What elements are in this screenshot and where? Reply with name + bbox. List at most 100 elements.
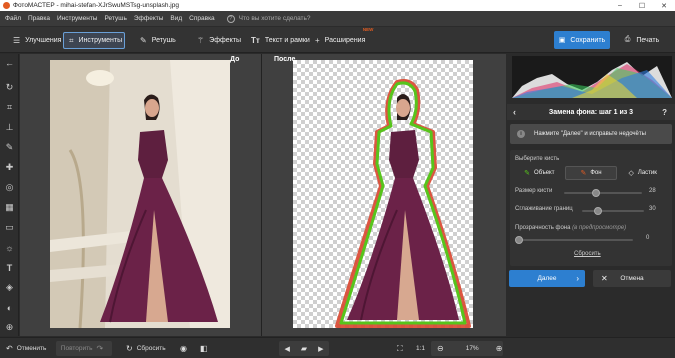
help-icon[interactable]: ?: [662, 108, 667, 117]
zoom-control: ⊖ 17% ⊕: [431, 341, 503, 356]
undo-button[interactable]: ↶ Отменить: [2, 342, 46, 355]
sliders-icon: ☰: [13, 36, 21, 45]
next-button[interactable]: Далее ›: [509, 270, 585, 287]
brush-select-label: Выберите кисть: [515, 156, 560, 162]
zoom-ratio-button[interactable]: 1:1: [416, 342, 425, 355]
brush-background[interactable]: ✎ Фон: [564, 166, 618, 180]
menu-file[interactable]: Файл: [5, 15, 21, 22]
tab-retouch[interactable]: ✎ Ретушь: [135, 32, 181, 49]
question-icon: ?: [226, 14, 235, 23]
brush-icon[interactable]: ✎: [3, 141, 16, 154]
plus-icon: +: [315, 36, 320, 45]
before-photo-art: [50, 60, 230, 329]
cancel-button[interactable]: ✕ Отмена: [593, 270, 671, 287]
brush-eraser-label: Ластик: [637, 170, 657, 176]
maximize-icon[interactable]: ☐: [631, 0, 653, 11]
help-search[interactable]: ? Что вы хотите сделать?: [226, 14, 311, 23]
menu-view[interactable]: Вид: [170, 15, 182, 22]
window-controls: – ☐ ✕: [609, 0, 675, 11]
opacity-label: Прозрачность фона (в предпросмотре): [515, 225, 626, 231]
text-icon: Tт: [251, 36, 260, 45]
next-file-icon[interactable]: ▶: [318, 345, 323, 353]
zoom-in-icon[interactable]: ⊕: [496, 344, 503, 353]
print-label: Печать: [636, 36, 660, 44]
menu-edit[interactable]: Правка: [28, 15, 50, 22]
minimize-icon[interactable]: –: [609, 0, 631, 11]
menu-help[interactable]: Справка: [189, 15, 215, 22]
title-bar: ФотоМАСТЕР - mihai-stefan-XJrSwuMSTsg-un…: [0, 0, 675, 11]
print-button[interactable]: ⎙ Печать: [614, 31, 670, 49]
redo-button[interactable]: Повторить ↷: [56, 341, 112, 356]
gradient-icon[interactable]: ▦: [3, 201, 16, 214]
reset-button[interactable]: ↻ Сбросить: [122, 342, 166, 355]
reset-label: Сбросить: [136, 345, 166, 352]
tab-effects[interactable]: ⚚ Эффекты: [192, 32, 246, 49]
after-photo-art: [335, 79, 471, 328]
vignette-icon[interactable]: ▭: [3, 221, 16, 234]
color-icon[interactable]: ◐: [3, 301, 16, 314]
magic-wand-icon: ⚚: [197, 36, 205, 45]
light-icon[interactable]: ☼: [3, 241, 16, 254]
tab-tools[interactable]: ⌗ Инструменты: [63, 32, 125, 49]
smoothing-knob[interactable]: [594, 207, 602, 215]
opacity-slider[interactable]: [515, 236, 633, 244]
smoothing-slider[interactable]: [582, 207, 644, 215]
back-chevron-icon[interactable]: ‹: [513, 107, 516, 117]
tab-label: Расширения: [324, 37, 366, 44]
text-icon[interactable]: T: [3, 261, 16, 274]
rotate-icon[interactable]: ↻: [3, 81, 16, 94]
brush-size-knob[interactable]: [592, 189, 600, 197]
close-icon[interactable]: ✕: [653, 0, 675, 11]
eraser-icon: ◇: [628, 170, 634, 177]
preview-toggle[interactable]: ◉: [176, 342, 191, 355]
brush-eraser[interactable]: ◇ Ластик: [617, 166, 668, 180]
eye-icon: ◉: [180, 344, 187, 353]
before-pane: До: [20, 54, 261, 336]
compare-icon: ◧: [200, 344, 208, 353]
brush-selector: ✎ Объект ✎ Фон ◇ Ластик: [514, 166, 668, 180]
after-photo[interactable]: [293, 60, 473, 328]
tab-label: Улучшения: [25, 37, 62, 44]
reset-link[interactable]: Сбросить: [574, 251, 601, 257]
brush-red-icon: ✎: [580, 170, 587, 177]
tab-enhancements[interactable]: ☰ Улучшения: [8, 32, 66, 49]
healing-icon[interactable]: ✚: [3, 161, 16, 174]
zoom-value[interactable]: 17%: [466, 345, 479, 352]
new-badge: NEW: [362, 27, 374, 32]
crop-icon[interactable]: ⌗: [3, 101, 16, 114]
redo-icon: ↷: [96, 344, 104, 353]
opacity-label-text: Прозрачность фона: [515, 225, 571, 231]
left-tool-bar: ← ↻ ⌗ ⊥ ✎ ✚ ◎ ▦ ▭ ☼ T ◈ ◐ ⊕: [0, 54, 19, 336]
fit-screen-button[interactable]: ⛶: [393, 342, 407, 355]
step-header: ‹ Замена фона: шаг 1 из 3 ?: [507, 104, 675, 120]
info-icon: i: [517, 130, 525, 138]
brush-size-slider[interactable]: [564, 189, 642, 197]
menu-retouch[interactable]: Ретушь: [104, 15, 126, 22]
smoothing-label: Сглаживание границ: [515, 206, 573, 212]
brush-size-value: 28: [649, 188, 656, 194]
folder-icon[interactable]: ▰: [301, 344, 307, 353]
radial-icon[interactable]: ◎: [3, 181, 16, 194]
compare-toggle[interactable]: ◧: [196, 342, 212, 355]
tab-extensions[interactable]: + Расширения NEW: [310, 27, 373, 49]
menu-tools[interactable]: Инструменты: [57, 15, 98, 22]
tab-text-frames[interactable]: Tт Текст и рамки: [246, 32, 315, 49]
menu-effects[interactable]: Эффекты: [134, 15, 164, 22]
hint-box: i Нажмите "Далее" и исправьте недочёты: [510, 124, 672, 144]
globe-icon[interactable]: ⊕: [3, 321, 16, 334]
prev-file-icon[interactable]: ◀: [285, 345, 290, 353]
cancel-label: Отмена: [620, 275, 644, 282]
stamp-icon[interactable]: ⊥: [3, 121, 16, 134]
opacity-knob[interactable]: [515, 236, 523, 244]
after-pane: После: [262, 54, 506, 336]
redo-label-wrap: Повторить ↷: [61, 342, 107, 355]
fill-icon[interactable]: ◈: [3, 281, 16, 294]
brush-object[interactable]: ✎ Объект: [514, 166, 565, 180]
save-button[interactable]: ▣ Сохранить: [554, 31, 610, 49]
next-label: Далее: [537, 275, 557, 282]
back-arrow-icon[interactable]: ←: [3, 56, 16, 69]
zoom-out-icon[interactable]: ⊖: [437, 344, 444, 353]
bottom-bar: ↶ Отменить Повторить ↷ ↻ Сбросить ◉ ◧ ◀ ▰…: [0, 337, 675, 358]
save-label: Сохранить: [570, 36, 606, 44]
before-photo[interactable]: [50, 60, 230, 329]
